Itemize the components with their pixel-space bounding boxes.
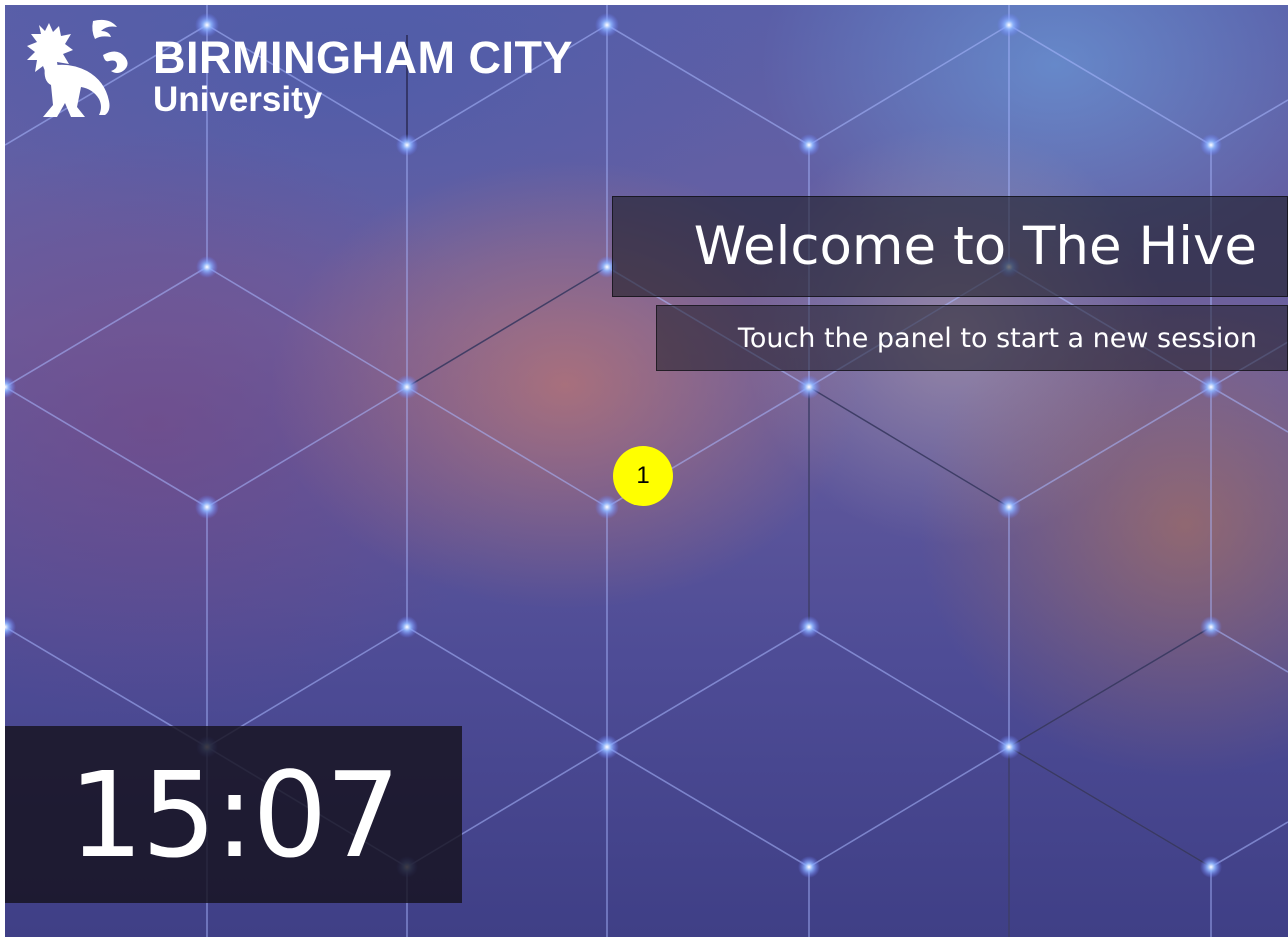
logo-subtitle: University <box>153 80 323 119</box>
annotation-marker-label: 1 <box>636 462 650 489</box>
clock-panel: 15:07 <box>5 726 462 903</box>
instruction-text: Touch the panel to start a new session <box>737 322 1257 354</box>
logo-name: BIRMINGHAM CITY <box>153 32 573 83</box>
annotation-marker: 1 <box>613 446 673 506</box>
clock-time: 15:07 <box>68 745 400 884</box>
instruction-banner: Touch the panel to start a new session <box>656 305 1288 371</box>
lion-icon <box>27 19 128 117</box>
welcome-banner: Welcome to The Hive <box>612 196 1288 297</box>
university-logo: BIRMINGHAM CITY University <box>17 15 573 133</box>
welcome-title: Welcome to The Hive <box>693 216 1257 277</box>
